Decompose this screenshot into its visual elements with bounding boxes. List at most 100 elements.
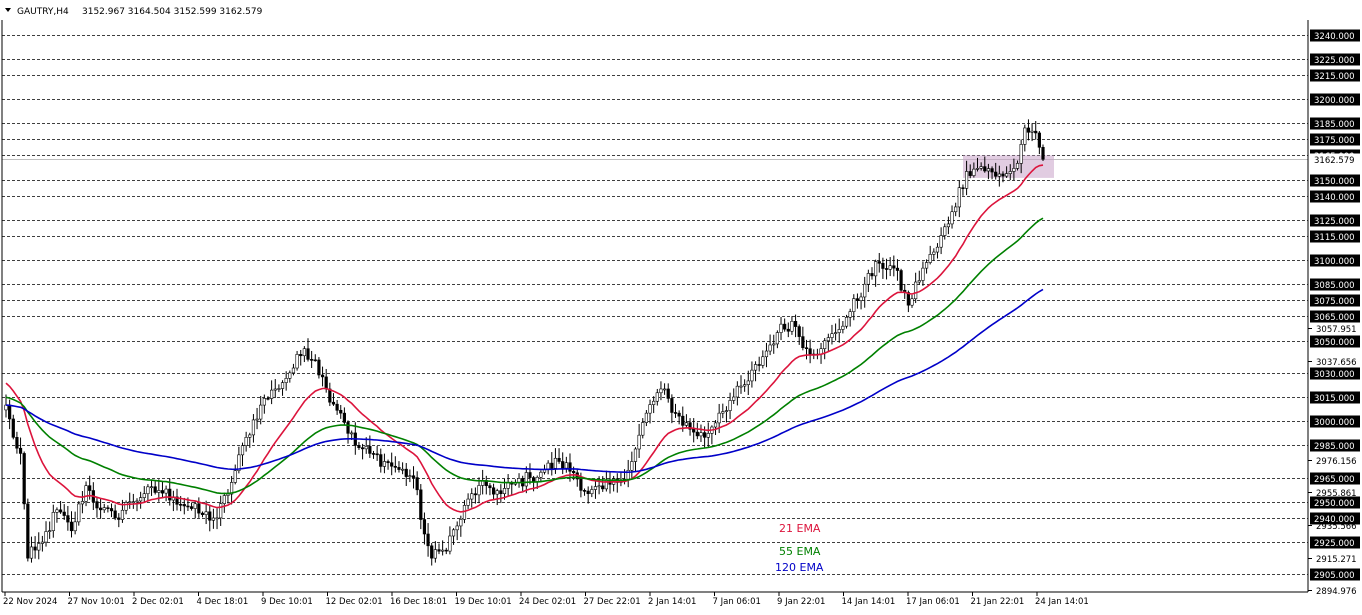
candle-body	[895, 267, 900, 271]
candle-body	[1019, 144, 1023, 164]
candle-body	[266, 397, 270, 400]
time-tick-label: 12 Dec 02:01	[326, 597, 383, 607]
ohlc-values: 3152.967 3164.504 3152.599 3162.579	[82, 7, 263, 17]
candle-body	[124, 502, 128, 511]
candle-body	[961, 187, 965, 189]
candle-body	[790, 321, 794, 332]
candle-body	[830, 333, 834, 338]
candle-body	[48, 530, 52, 532]
candle-body	[921, 267, 925, 281]
candle-body	[26, 503, 30, 559]
candle-body	[291, 367, 296, 374]
candle-body	[433, 549, 437, 559]
candle-body	[55, 509, 59, 513]
candle-body	[226, 493, 230, 496]
candle-body	[775, 332, 779, 345]
candle-body	[441, 549, 445, 552]
candle-body	[590, 489, 594, 495]
candle-body	[277, 388, 281, 390]
ema-55-line	[5, 217, 1044, 495]
candle-body	[881, 263, 885, 269]
candle-body	[750, 369, 754, 382]
candle-body	[655, 392, 659, 402]
candle-body	[437, 549, 441, 552]
candle-body	[1030, 130, 1034, 133]
price-scale: 3240.000 3225.000 3215.000 3200.000 3185.000…	[1308, 29, 1360, 597]
candle-body	[743, 384, 747, 387]
candle-body	[964, 171, 969, 189]
candle-body	[968, 171, 972, 176]
candle-body	[168, 488, 172, 501]
time-scale: 22 Nov 2024 27 Nov 10:01 2 Dec 02:01 4 Dec …	[3, 592, 1089, 607]
candle-body	[193, 503, 197, 509]
price-tick-label: 3057.951	[1316, 325, 1357, 335]
price-tag-label: 3240.000	[1314, 32, 1355, 42]
candle-body	[502, 488, 507, 495]
candle-body	[8, 404, 12, 420]
candle-body	[33, 546, 37, 551]
candle-body	[568, 462, 572, 472]
candle-body	[892, 265, 896, 269]
candle-body	[957, 187, 961, 208]
candle-body	[324, 376, 328, 390]
candle-body	[633, 448, 638, 462]
candle-body	[146, 486, 150, 495]
price-tag-label: 2965.000	[1314, 475, 1355, 485]
candle-body	[797, 326, 801, 337]
candle-body	[582, 490, 587, 492]
legend-120-ema: 120 EMA	[775, 561, 824, 574]
candle-body	[495, 490, 499, 495]
candle-body	[939, 235, 943, 248]
candle-body	[368, 446, 372, 454]
candle-body	[524, 472, 528, 487]
candle-body	[564, 462, 568, 469]
ema-21-line	[5, 164, 1044, 513]
price-tag-label: 3150.000	[1314, 177, 1355, 187]
candle-body	[302, 348, 306, 357]
price-tag-label: 2905.000	[1314, 571, 1355, 581]
candle-body	[342, 412, 346, 423]
candle-body	[826, 337, 830, 342]
candle-body	[699, 432, 703, 437]
grid-layer	[2, 35, 1308, 575]
price-tick-label: 2894.976	[1316, 587, 1357, 597]
candle-body	[946, 223, 950, 228]
candle-body	[975, 168, 980, 170]
candle-body	[997, 173, 1001, 177]
candle-body	[408, 475, 412, 478]
time-tick-label: 7 Jan 06:01	[713, 597, 761, 607]
candle-body	[248, 434, 252, 438]
candle-body	[179, 504, 183, 506]
price-tick-label: 3037.656	[1316, 358, 1357, 368]
candle-body	[717, 412, 721, 424]
candle-body	[157, 490, 161, 493]
price-tag-label: 3115.000	[1314, 233, 1355, 243]
time-tick-label: 14 Jan 14:01	[842, 597, 896, 607]
candle-body	[149, 486, 154, 489]
candle-body	[753, 364, 758, 371]
symbol-dropdown-icon[interactable]	[5, 8, 11, 12]
candle-body	[597, 485, 601, 488]
candle-body	[764, 350, 769, 358]
candle-body	[262, 397, 266, 406]
candle-body	[601, 485, 605, 490]
candle-body	[837, 329, 841, 333]
candle-body	[877, 261, 881, 264]
candle-body	[1034, 130, 1038, 134]
candle-body	[499, 490, 503, 495]
candle-body	[448, 535, 452, 552]
candle-body	[739, 385, 743, 388]
candle-body	[979, 166, 983, 169]
price-tag-label: 3185.000	[1314, 120, 1355, 130]
candle-body	[164, 488, 168, 494]
candle-body	[182, 504, 186, 507]
candle-body	[382, 461, 387, 467]
candle-body	[899, 270, 903, 291]
candle-body	[142, 493, 146, 498]
candle-body	[1015, 163, 1020, 169]
candle-body	[102, 507, 106, 511]
candle-body	[317, 359, 321, 376]
candle-body	[491, 487, 496, 495]
candle-body	[677, 412, 681, 417]
candle-body	[848, 311, 852, 318]
